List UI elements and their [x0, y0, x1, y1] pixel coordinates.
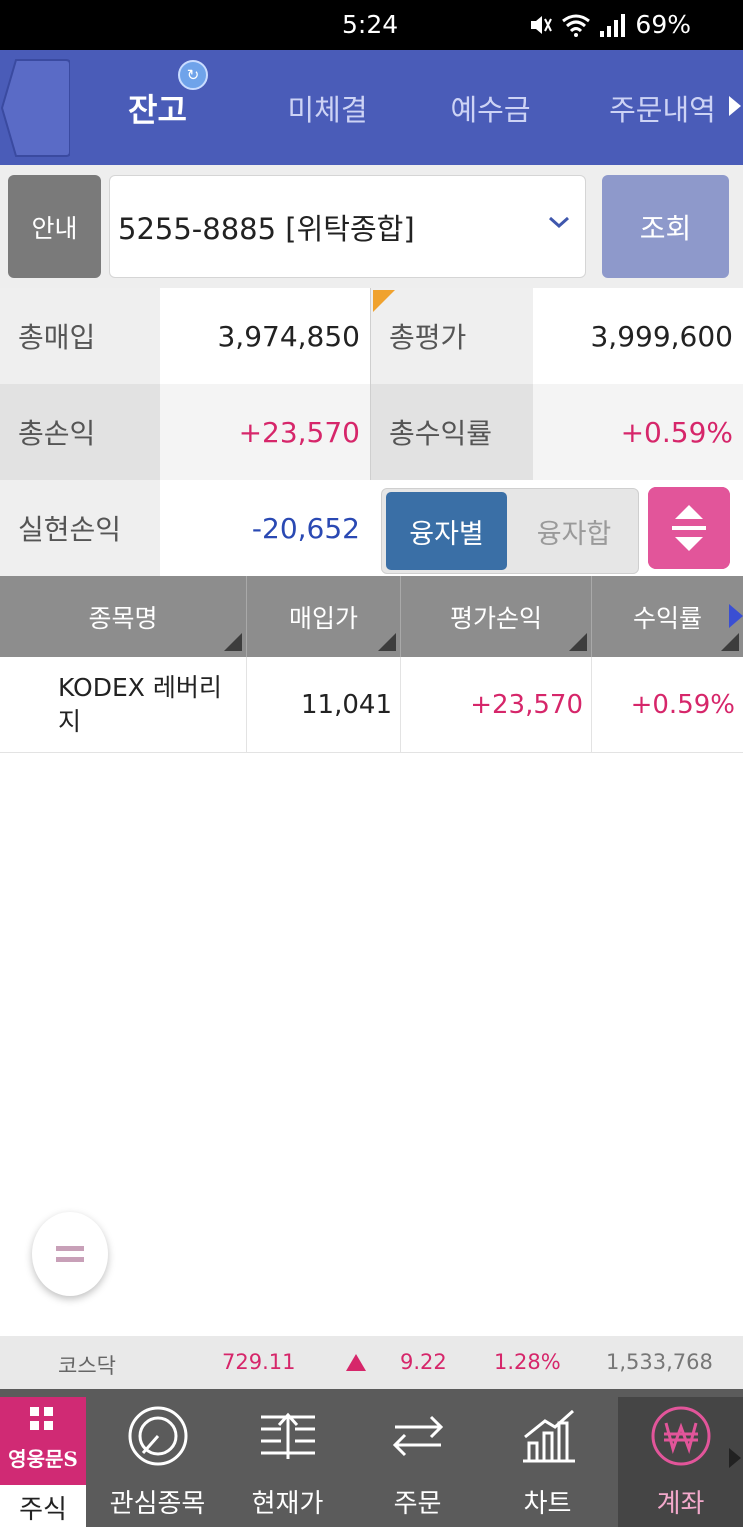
- sort-corner-icon: [569, 633, 587, 651]
- battery-percent: 69%: [635, 10, 691, 39]
- won-icon: [651, 1406, 710, 1466]
- header-return[interactable]: 수익률: [592, 576, 743, 657]
- header-label: 평가손익: [449, 603, 542, 633]
- table-row[interactable]: KODEX 레버리지 11,041 +23,570 +0.59%: [0, 657, 743, 753]
- account-bar: 안내 5255-8885 [위탁종합] 조회: [0, 165, 743, 288]
- realized-pl-label: 실현손익: [0, 480, 160, 576]
- total-pl-label: 총손익: [0, 384, 160, 480]
- nav-label: 현재가: [251, 1489, 324, 1519]
- realized-pl-value: -20,652: [160, 480, 370, 576]
- chevron-down-icon: [549, 216, 569, 229]
- loan-toggle: 융자별 융자합: [381, 488, 639, 574]
- tab-deposit[interactable]: 예수금: [428, 50, 553, 165]
- nav-chart[interactable]: 차트: [490, 1397, 605, 1527]
- scroll-right-icon[interactable]: [729, 604, 743, 628]
- total-purchase-value: 3,974,850: [160, 288, 370, 384]
- mute-icon: [531, 15, 553, 34]
- ticker-index-name: 코스닥: [58, 1354, 116, 1378]
- back-arrow-icon[interactable]: [0, 58, 70, 158]
- eval-pl: +23,570: [401, 657, 592, 753]
- status-time: 5:24: [342, 10, 399, 39]
- ticker-volume: 1,533,768: [606, 1350, 713, 1374]
- header-label: 매입가: [288, 603, 358, 633]
- order-swap-icon: [392, 1415, 443, 1457]
- current-price-icon: [260, 1412, 315, 1459]
- nav-current-price[interactable]: 현재가: [230, 1397, 345, 1527]
- nav-label: 관심종목: [109, 1489, 206, 1519]
- ticker-change: 9.22: [400, 1350, 447, 1374]
- divider: [370, 288, 371, 480]
- expand-collapse-icon[interactable]: [648, 487, 730, 569]
- grid-icon: [30, 1407, 53, 1430]
- header-buy-price[interactable]: 매입가: [247, 576, 401, 657]
- up-triangle-icon: [346, 1354, 366, 1371]
- tab-order-history[interactable]: 주문내역: [595, 50, 730, 165]
- nav-label: 주식: [19, 1495, 67, 1525]
- total-return-value: +0.59%: [533, 384, 743, 480]
- nav-watchlist[interactable]: 관심종목: [100, 1397, 215, 1527]
- refresh-badge-icon[interactable]: ↻: [178, 60, 208, 90]
- return-rate: +0.59%: [630, 690, 735, 720]
- info-button[interactable]: 안내: [8, 175, 101, 278]
- nav-account-inner: 계좌: [618, 1397, 743, 1527]
- toggle-by-loan[interactable]: 융자별: [386, 492, 507, 570]
- nav-account[interactable]: 계좌: [618, 1397, 743, 1527]
- watchlist-icon: [128, 1406, 187, 1466]
- balance-summary: 총매입 3,974,850 총평가 3,999,600 총손익 +23,570 …: [0, 288, 743, 576]
- nav-scroll-right-icon[interactable]: [729, 1448, 741, 1468]
- tab-unfilled[interactable]: 미체결: [265, 50, 390, 165]
- sort-corner-icon: [721, 633, 739, 651]
- index-ticker[interactable]: 코스닥 729.11 9.22 1.28% 1,533,768: [0, 1336, 743, 1389]
- ticker-pct: 1.28%: [494, 1350, 561, 1374]
- status-indicators: 69%: [527, 10, 691, 39]
- header-label: 수익률: [632, 603, 702, 633]
- brand-name: 영웅문S: [8, 1447, 78, 1471]
- ticker-value: 729.11: [222, 1350, 296, 1374]
- nav-order[interactable]: 주문: [360, 1397, 475, 1527]
- corner-marker: [373, 290, 395, 312]
- total-purchase-label: 총매입: [0, 288, 160, 384]
- signal-icon: [600, 13, 626, 37]
- holdings-table-header: 종목명 매입가 평가손익 수익률: [0, 576, 743, 657]
- top-tab-bar: 잔고 ↻ 미체결 예수금 주문내역: [0, 50, 743, 165]
- wifi-icon: [562, 14, 591, 37]
- nav-label: 주문: [393, 1489, 442, 1519]
- bottom-nav: 영웅문S 주식 관심종목 현재가 주문 차트 계좌: [0, 1389, 743, 1527]
- nav-label: 차트: [523, 1489, 572, 1519]
- total-eval-label: 총평가: [371, 288, 533, 384]
- header-label: 종목명: [88, 603, 158, 633]
- query-button[interactable]: 조회: [602, 175, 729, 278]
- header-stock-name[interactable]: 종목명: [0, 576, 247, 657]
- chart-icon: [522, 1409, 575, 1463]
- toggle-loan-sum[interactable]: 융자합: [512, 492, 636, 570]
- status-bar: 5:24 69%: [0, 0, 743, 50]
- header-eval-pl[interactable]: 평가손익: [401, 576, 592, 657]
- nav-stock[interactable]: 영웅문S 주식: [0, 1397, 86, 1527]
- total-eval-value: 3,999,600: [533, 288, 743, 384]
- nav-label: 계좌: [656, 1489, 705, 1519]
- account-number: 5255-8885 [위탁종합]: [118, 211, 415, 246]
- menu-icon: [56, 1246, 84, 1262]
- floating-menu-button[interactable]: [32, 1212, 108, 1296]
- sort-corner-icon: [378, 633, 396, 651]
- total-pl-value: +23,570: [160, 384, 370, 480]
- buy-price: 11,041: [247, 657, 401, 753]
- stock-name: KODEX 레버리지: [0, 657, 247, 753]
- account-select[interactable]: 5255-8885 [위탁종합]: [109, 175, 586, 278]
- tab-scroll-right-icon[interactable]: [729, 96, 741, 116]
- sort-corner-icon: [224, 633, 242, 651]
- brand-logo: 영웅문S: [0, 1397, 86, 1485]
- total-return-label: 총수익률: [371, 384, 533, 480]
